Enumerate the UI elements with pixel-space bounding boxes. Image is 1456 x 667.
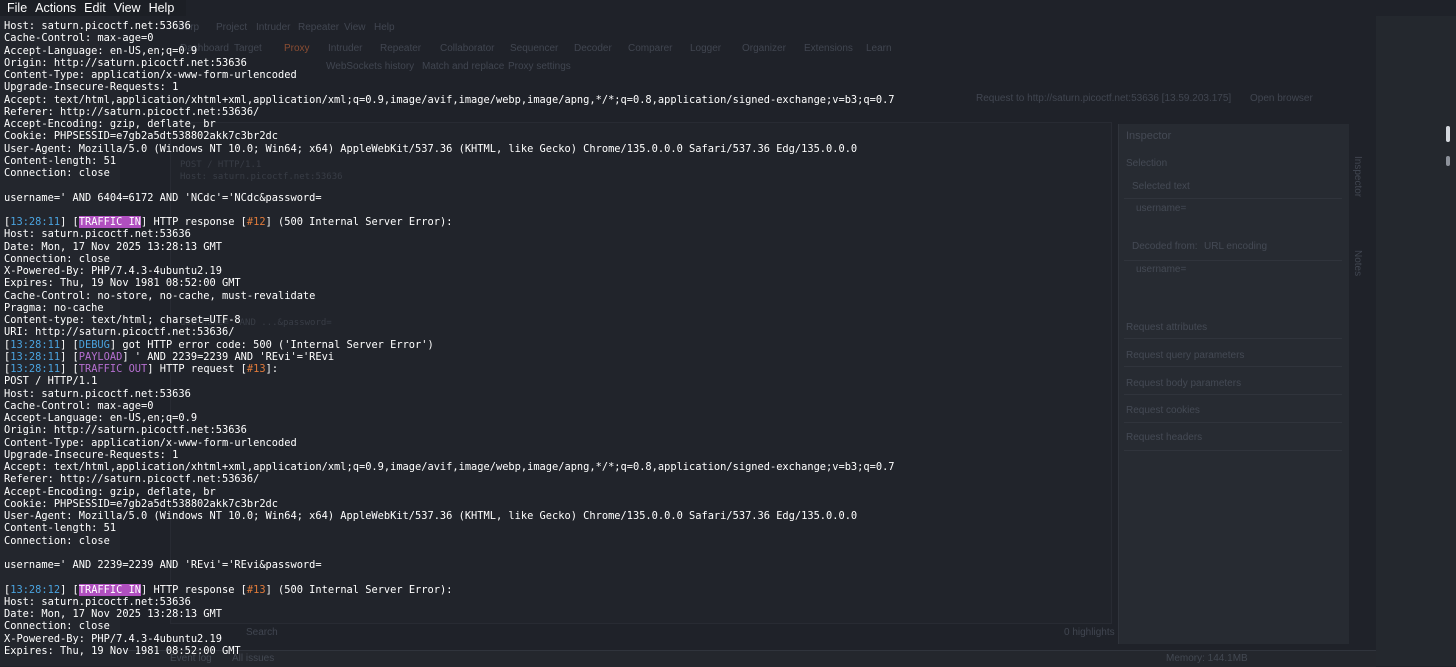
background-request-info: Request to http://saturn.picoctf.net:536… (976, 93, 1232, 104)
terminal-line: [13:28:11] [TRAFFIC OUT] HTTP request [#… (4, 363, 279, 375)
background-memory: Memory: 144.1MB (1166, 653, 1248, 664)
terminal-line: Cache-Control: max-age=0 (4, 32, 154, 45)
terminal-line: username=' AND 2239=2239 AND 'REvi'='REv… (4, 559, 322, 571)
background-side-tab: Inspector (1352, 156, 1363, 198)
log-timestamp: 13:28:12 (10, 583, 61, 596)
terminal-line: X-Powered-By: PHP/7.4.3-4ubuntu2.19 (4, 265, 222, 277)
scrollbar-marker (1446, 156, 1450, 166)
terminal-line: Accept: text/html,application/xhtml+xml,… (4, 461, 895, 473)
terminal-line: Content-Type: application/x-www-form-url… (4, 69, 297, 81)
log-tag: TRAFFIC OUT (78, 363, 148, 375)
terminal-line: URI: http://saturn.picoctf.net:53636/ (4, 326, 235, 339)
background-inspector-value: username= (1136, 264, 1187, 275)
terminal-line: [13:28:11] [PAYLOAD] ' AND 2239=2239 AND… (4, 350, 335, 363)
scrollbar-thumb[interactable] (1446, 126, 1450, 142)
terminal-line: Referer: http://saturn.picoctf.net:53636… (4, 105, 260, 118)
background-side-tab: Notes (1352, 250, 1363, 277)
terminal-line: [13:28:11] [TRAFFIC IN] HTTP response [#… (4, 216, 453, 228)
terminal-line: Date: Mon, 17 Nov 2025 13:28:13 GMT (4, 240, 222, 253)
terminal-line: Accept-Language: en-US,en;q=0.9 (4, 44, 198, 57)
terminal-line: Content-Type: application/x-www-form-url… (4, 436, 297, 449)
background-inspector-encoding: URL encoding (1204, 241, 1268, 252)
terminal-line: Cookie: PHPSESSID=e7gb2a5dt538802akk7c3b… (4, 130, 279, 143)
menu-edit[interactable]: Edit (80, 0, 110, 16)
terminal-line: Connection: close (4, 252, 110, 265)
terminal-line: Content-length: 51 (4, 522, 117, 535)
log-timestamp: 13:28:11 (10, 363, 61, 375)
background-inspector-section: Request attributes (1126, 322, 1208, 333)
terminal-line: Expires: Thu, 19 Nov 1981 08:52:00 GMT (4, 277, 241, 290)
terminal-line: Cache-Control: no-store, no-cache, must-… (4, 289, 316, 302)
terminal-line: Accept: text/html,application/xhtml+xml,… (4, 93, 895, 106)
terminal-output[interactable]: Host: saturn.picoctf.net:53636 Cache-Cont… (4, 20, 895, 657)
terminal-line: [13:28:12] [TRAFFIC IN] HTTP response [#… (4, 583, 453, 596)
terminal-line: Content-type: text/html; charset=UTF-8 (4, 314, 241, 326)
log-tag: TRAFFIC IN (78, 216, 142, 228)
terminal-line: Accept-Encoding: gzip, deflate, br (4, 118, 216, 130)
terminal-line: Connection: close (4, 620, 110, 633)
menu-view[interactable]: View (110, 0, 145, 16)
background-inspector-section: Request cookies (1126, 405, 1200, 416)
menu-actions[interactable]: Actions (31, 0, 80, 16)
terminal-line: Upgrade-Insecure-Requests: 1 (4, 81, 179, 94)
log-request-number: #13 (246, 363, 266, 375)
terminal-line: Accept-Language: en-US,en;q=0.9 (4, 412, 198, 424)
terminal-line: User-Agent: Mozilla/5.0 (Windows NT 10.0… (4, 510, 858, 522)
terminal-line: Host: saturn.picoctf.net:53636 (4, 20, 191, 32)
background-inspector-section: Request body parameters (1126, 378, 1242, 389)
background-inspector-section: Request headers (1126, 432, 1203, 443)
background-right-panel (1376, 16, 1456, 666)
menu-file[interactable]: File (0, 0, 31, 16)
background-open-browser: Open browser (1250, 93, 1313, 104)
terminal-line: Upgrade-Insecure-Requests: 1 (4, 448, 179, 461)
terminal-line: Host: saturn.picoctf.net:53636 (4, 387, 191, 400)
terminal-line: Origin: http://saturn.picoctf.net:53636 (4, 424, 247, 437)
background-inspector-decoded-from: Decoded from: (1132, 241, 1198, 252)
terminal-line: Connection: close (4, 534, 110, 547)
terminal-line: Host: saturn.picoctf.net:53636 (4, 228, 191, 241)
terminal-line: Cache-Control: max-age=0 (4, 399, 154, 412)
log-timestamp: 13:28:11 (10, 350, 61, 363)
terminal-line: Expires: Thu, 19 Nov 1981 08:52:00 GMT (4, 644, 241, 657)
background-inspector-selected-text: Selected text (1132, 181, 1190, 192)
terminal-menubar: File Actions Edit View Help (0, 0, 187, 16)
log-tag: PAYLOAD (78, 350, 123, 363)
terminal-line: Date: Mon, 17 Nov 2025 13:28:13 GMT (4, 608, 222, 620)
log-timestamp: 13:28:11 (10, 338, 61, 351)
terminal-line: [13:28:11] [DEBUG] got HTTP error code: … (4, 338, 434, 351)
terminal-line: Pragma: no-cache (4, 301, 104, 314)
background-inspector-value: username= (1136, 203, 1187, 214)
terminal-line: Origin: http://saturn.picoctf.net:53636 (4, 56, 247, 69)
terminal-line: Host: saturn.picoctf.net:53636 (4, 595, 191, 608)
log-request-number: #12 (246, 216, 266, 228)
log-tag: DEBUG (78, 338, 110, 351)
terminal-line: User-Agent: Mozilla/5.0 (Windows NT 10.0… (4, 142, 858, 155)
background-inspector-title: Inspector (1126, 130, 1172, 142)
background-inspector-selection: Selection (1126, 158, 1168, 169)
background-inspector-section: Request query parameters (1126, 350, 1245, 361)
background-highlights: 0 highlights (1064, 627, 1115, 638)
terminal-line: POST / HTTP/1.1 (4, 375, 98, 388)
log-timestamp: 13:28:11 (10, 216, 61, 228)
terminal-line: Accept-Encoding: gzip, deflate, br (4, 485, 216, 498)
menu-help[interactable]: Help (145, 0, 179, 16)
log-tag: TRAFFIC IN (78, 583, 142, 596)
log-request-number: #13 (246, 583, 266, 596)
terminal-line: Content-length: 51 (4, 154, 117, 167)
terminal-line: username=' AND 6404=6172 AND 'NCdc'='NCd… (4, 191, 322, 204)
terminal-line: Referer: http://saturn.picoctf.net:53636… (4, 473, 260, 486)
terminal-line: X-Powered-By: PHP/7.4.3-4ubuntu2.19 (4, 632, 222, 645)
terminal-line: Connection: close (4, 167, 110, 179)
terminal-line: Cookie: PHPSESSID=e7gb2a5dt538802akk7c3b… (4, 497, 279, 510)
